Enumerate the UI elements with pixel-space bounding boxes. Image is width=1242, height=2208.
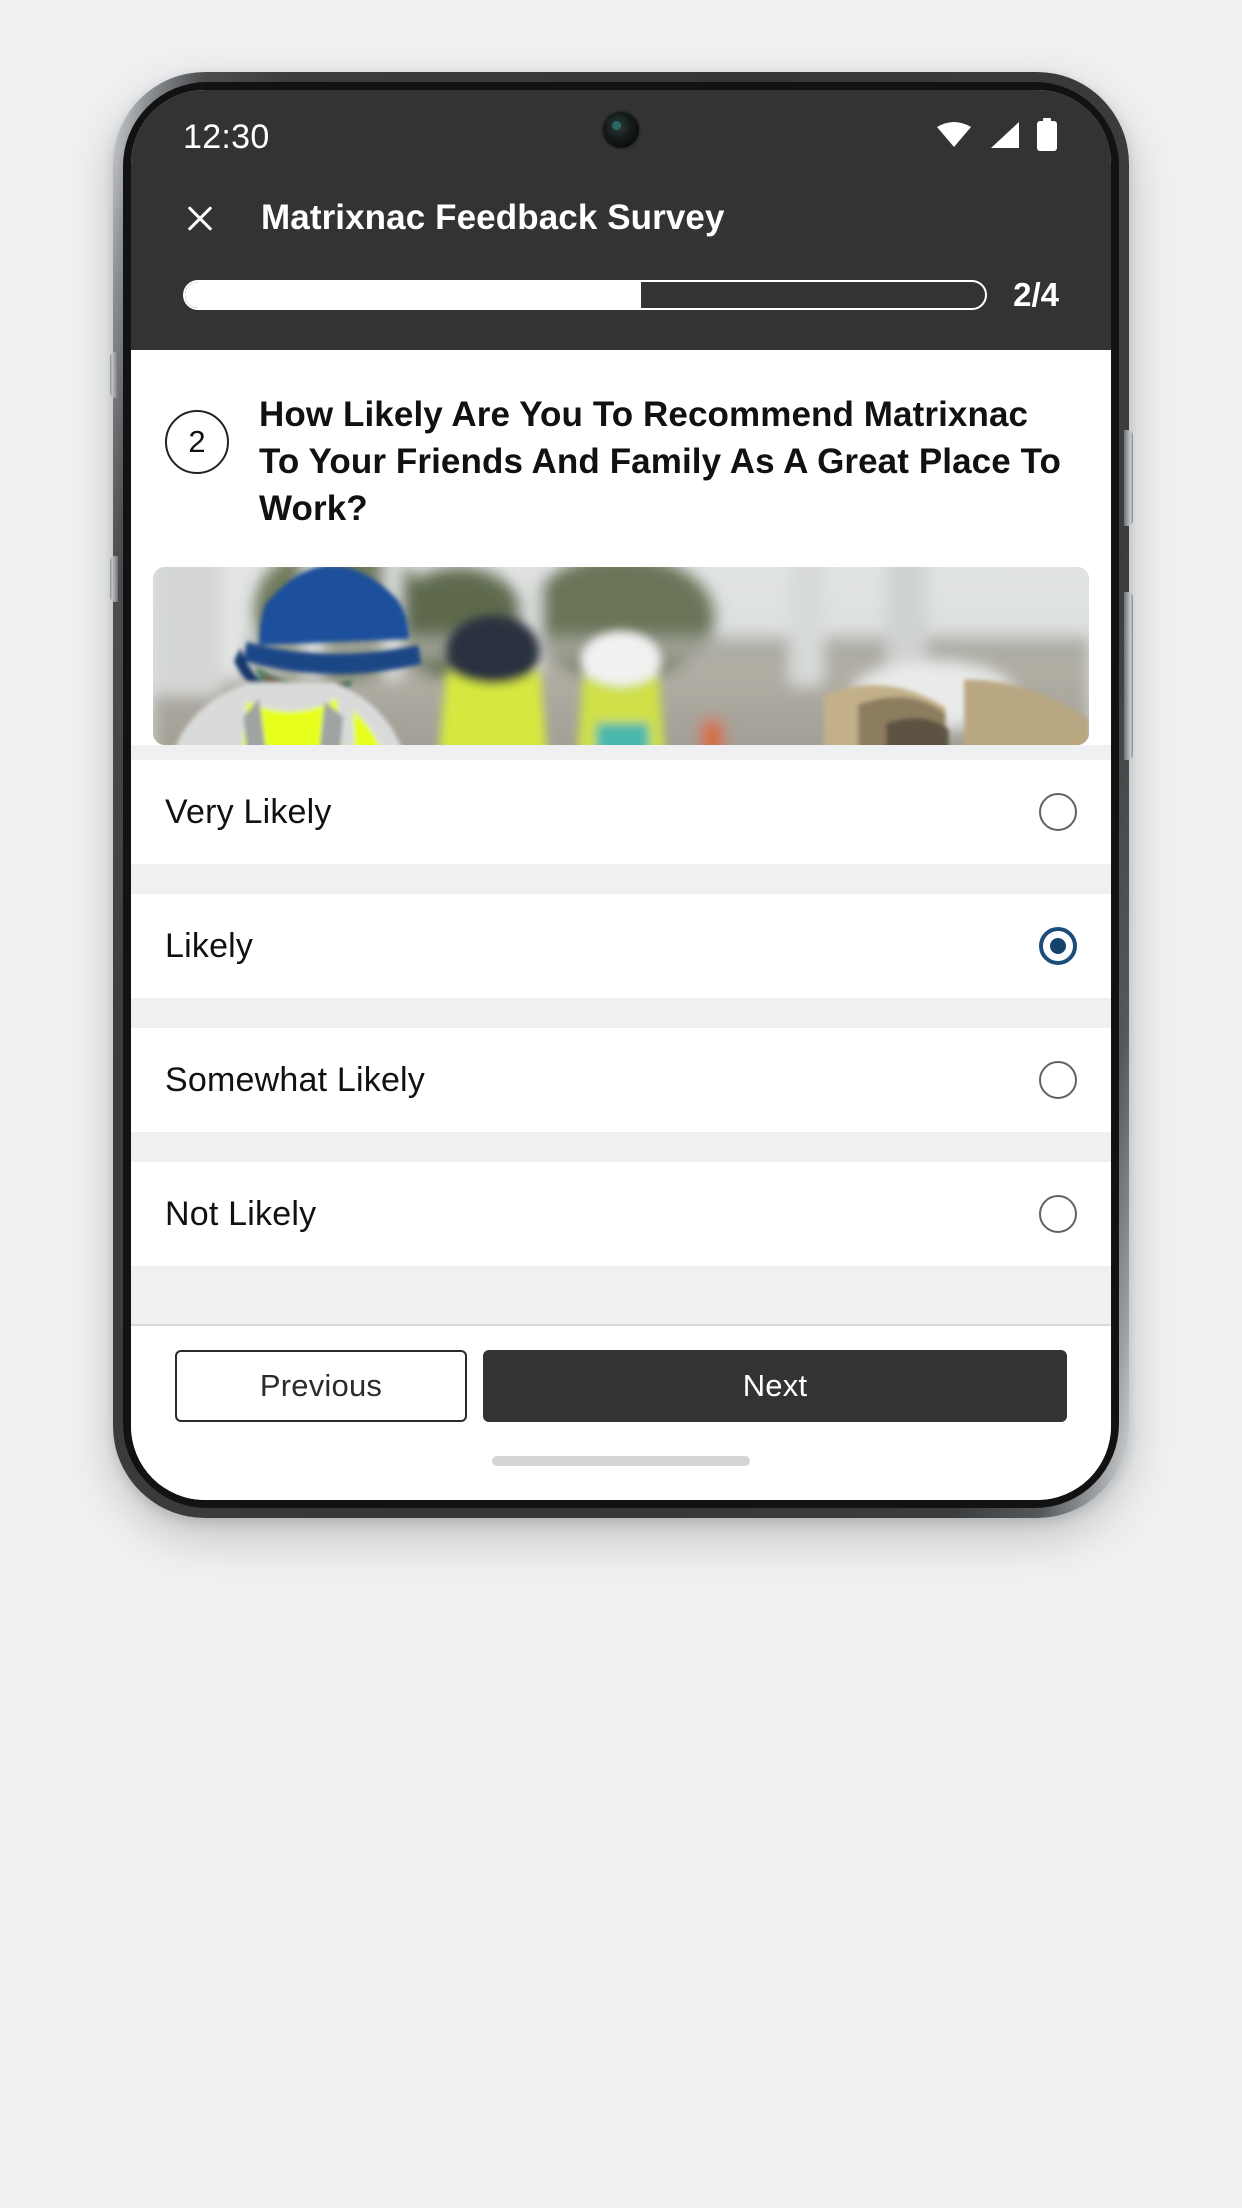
option-row[interactable]: Not Likely — [131, 1162, 1111, 1266]
radio-button[interactable] — [1039, 1195, 1077, 1233]
status-icon-group — [935, 117, 1059, 157]
previous-button[interactable]: Previous — [175, 1350, 467, 1422]
question-number-badge: 2 — [165, 410, 229, 474]
battery-icon — [1035, 117, 1059, 157]
home-indicator[interactable] — [492, 1456, 750, 1466]
option-label: Very Likely — [165, 792, 332, 831]
radio-button-selected[interactable] — [1039, 927, 1077, 965]
question-block: 2 How Likely Are You To Recommend Matrix… — [131, 350, 1111, 533]
option-separator — [131, 998, 1111, 1028]
phone-power-button[interactable] — [1124, 592, 1133, 760]
home-indicator-area — [131, 1422, 1111, 1500]
page-title: Matrixnac Feedback Survey — [261, 198, 725, 237]
footer-navigation: Previous Next — [131, 1324, 1111, 1422]
wifi-icon — [935, 120, 973, 155]
phone-volume-button[interactable] — [1124, 430, 1133, 526]
radio-button[interactable] — [1039, 1061, 1077, 1099]
progress-row: 2/4 — [131, 258, 1111, 350]
front-camera-icon — [603, 112, 639, 148]
option-separator — [131, 1132, 1111, 1162]
status-time: 12:30 — [183, 117, 270, 156]
radio-button[interactable] — [1039, 793, 1077, 831]
option-row[interactable]: Somewhat Likely — [131, 1028, 1111, 1132]
phone-left-button-lower[interactable] — [110, 556, 118, 602]
status-bar: 12:30 — [131, 90, 1111, 172]
app-header: Matrixnac Feedback Survey — [131, 172, 1111, 258]
photo-illustration — [153, 566, 1089, 745]
phone-left-button-upper[interactable] — [110, 352, 118, 398]
survey-body: 2 How Likely Are You To Recommend Matrix… — [131, 350, 1111, 1324]
question-text: How Likely Are You To Recommend Matrixna… — [259, 395, 1061, 528]
option-separator — [131, 864, 1111, 894]
progress-bar-fill — [185, 282, 642, 308]
progress-step-label: 2/4 — [1013, 276, 1059, 313]
cellular-signal-icon — [987, 120, 1021, 155]
options-list: Very Likely Likely Somewhat Likely Not Like… — [131, 760, 1111, 1324]
phone-screen: 12:30 Matrixnac Feedback Survey 2/4 2 Ho… — [131, 90, 1111, 1500]
next-button[interactable]: Next — [483, 1350, 1067, 1422]
construction-workers-photo — [153, 566, 1089, 745]
option-row[interactable]: Likely — [131, 894, 1111, 998]
screenshot-canvas: 12:30 Matrixnac Feedback Survey 2/4 2 Ho… — [0, 0, 1242, 2208]
option-label: Not Likely — [165, 1194, 317, 1233]
option-label: Likely — [165, 926, 254, 965]
close-icon[interactable] — [183, 201, 217, 235]
option-row[interactable]: Very Likely — [131, 760, 1111, 864]
option-label: Somewhat Likely — [165, 1060, 426, 1099]
option-separator — [131, 1266, 1111, 1324]
photo-bottom-spacer — [131, 744, 1111, 760]
progress-bar — [183, 280, 988, 310]
